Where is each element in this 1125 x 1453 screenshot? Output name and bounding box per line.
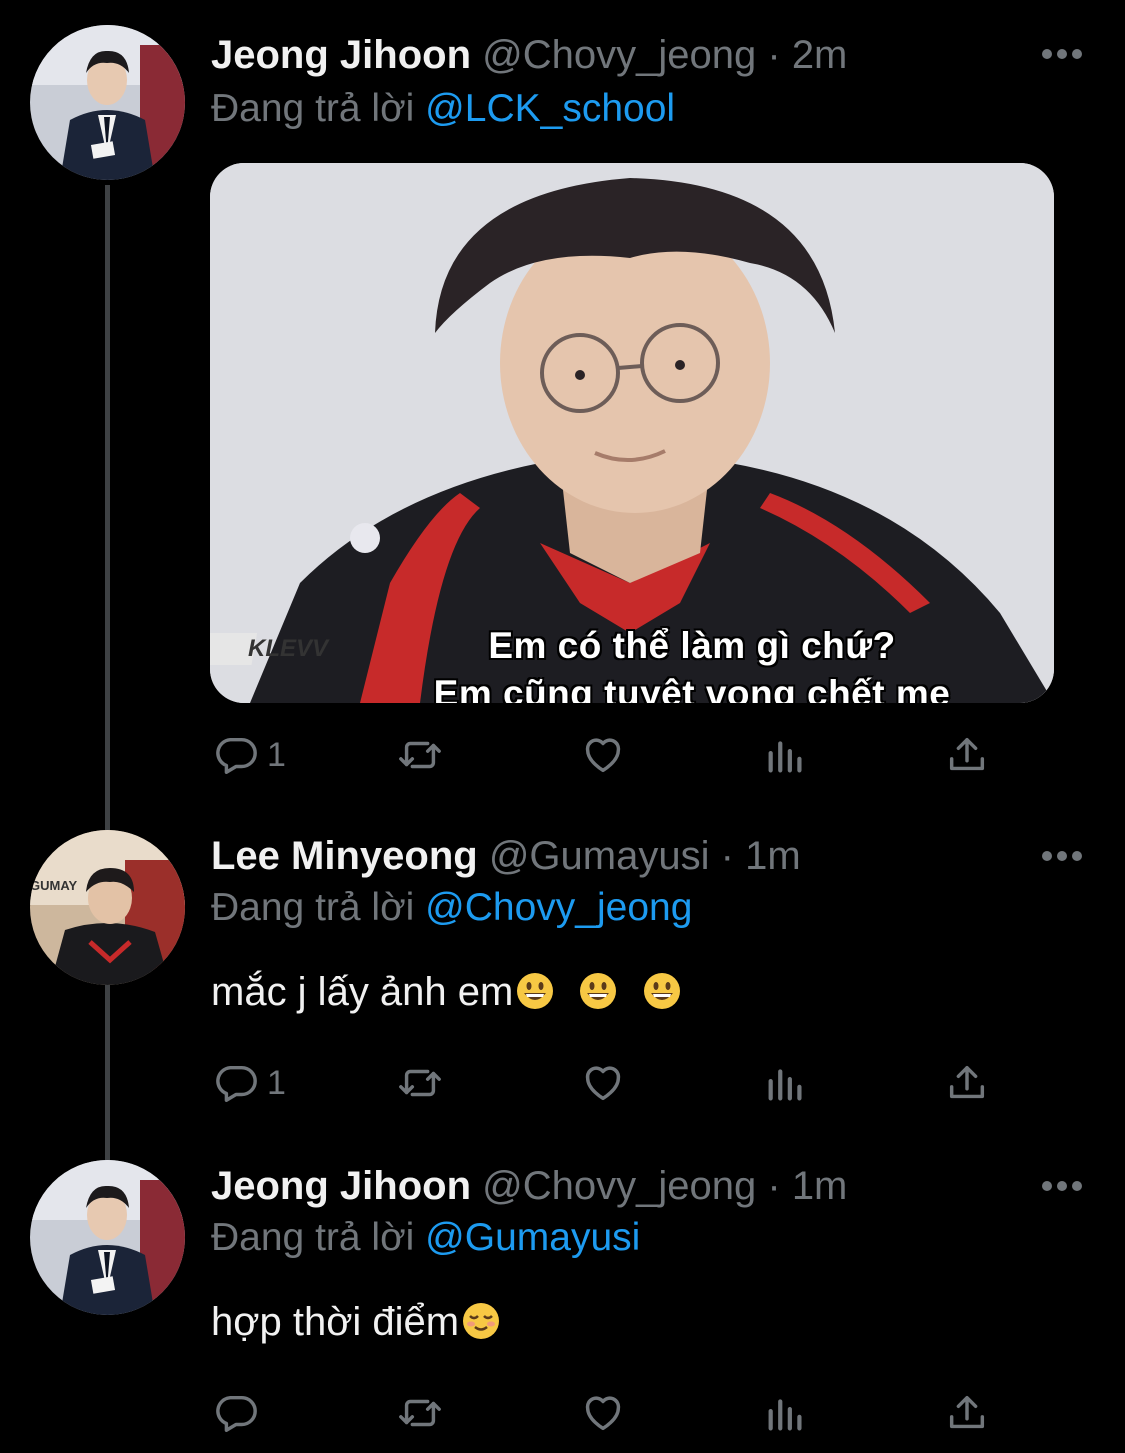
tweet-text-content: hợp thời điểm: [211, 1300, 460, 1344]
analytics-icon: [768, 1069, 802, 1101]
tweet-header: Jeong Jihoon @Chovy_jeong · 1m: [211, 1156, 847, 1216]
grinning-face-icon: [580, 973, 617, 1009]
reply-count: 1: [267, 1063, 286, 1102]
tweet[interactable]: Jeong Jihoon @Chovy_jeong · 2m Đang trả …: [0, 25, 1125, 805]
separator: ·: [767, 1164, 781, 1208]
analytics-button[interactable]: [763, 725, 809, 785]
reply-mention[interactable]: @LCK_school: [425, 87, 675, 130]
display-name[interactable]: Jeong Jihoon: [211, 1164, 471, 1208]
retweet-icon: [399, 741, 441, 769]
retweet-icon: [399, 1069, 441, 1097]
timestamp[interactable]: 1m: [792, 1164, 848, 1208]
like-button[interactable]: [580, 1383, 626, 1443]
media-caption-line2: Em cũng tuyệt vọng chết mẹ: [433, 673, 951, 703]
user-handle[interactable]: @Chovy_jeong: [482, 1164, 756, 1208]
analytics-icon: [768, 741, 802, 773]
avatar[interactable]: GUMAY: [30, 830, 185, 985]
reply-icon: [216, 1065, 257, 1102]
reply-mention[interactable]: @Gumayusi: [425, 1216, 640, 1259]
more-icon[interactable]: [1040, 1179, 1084, 1193]
replying-to: Đang trả lời @LCK_school: [211, 81, 675, 137]
share-button[interactable]: [944, 1053, 990, 1113]
reply-prefix: Đang trả lời: [211, 87, 415, 130]
reply-prefix: Đang trả lời: [211, 1216, 415, 1259]
reply-button[interactable]: [213, 1383, 267, 1443]
analytics-button[interactable]: [763, 1053, 809, 1113]
tweet[interactable]: Jeong Jihoon @Chovy_jeong · 1m Đang trả …: [0, 1158, 1125, 1448]
share-button[interactable]: [944, 1383, 990, 1443]
media-caption-line1: Em có thể làm gì chứ?: [488, 625, 896, 666]
share-icon: [949, 1065, 985, 1099]
retweet-button[interactable]: [397, 1053, 443, 1113]
replying-to: Đang trả lời @Chovy_jeong: [211, 880, 692, 936]
tweet-actions: [0, 1383, 1125, 1443]
reply-button[interactable]: 1: [213, 1053, 286, 1113]
grinning-face-icon: [517, 973, 554, 1009]
reply-button[interactable]: 1: [213, 725, 286, 785]
avatar-label: GUMAY: [30, 878, 78, 893]
reply-count: 1: [267, 735, 286, 774]
display-name[interactable]: Lee Minyeong: [211, 834, 478, 878]
share-icon: [949, 737, 985, 771]
tweet-actions: 1: [0, 1053, 1125, 1113]
tweet-image[interactable]: KLEVV Em có thể làm gì chứ? Em cũng tuyệ…: [210, 163, 1054, 703]
relieved-face-icon: [463, 1303, 500, 1339]
reply-prefix: Đang trả lời: [211, 886, 415, 929]
reply-mention[interactable]: @Chovy_jeong: [425, 886, 692, 929]
more-icon[interactable]: [1040, 849, 1084, 863]
tweet-text: hợp thời điểm: [211, 1294, 501, 1350]
like-button[interactable]: [580, 725, 626, 785]
tweet-header: Lee Minyeong @Gumayusi · 1m: [211, 826, 801, 886]
reply-icon: [216, 737, 257, 774]
share-icon: [949, 1395, 985, 1429]
more-icon[interactable]: [1040, 47, 1084, 61]
retweet-icon: [399, 1399, 441, 1427]
user-handle[interactable]: @Chovy_jeong: [482, 33, 756, 77]
tweet[interactable]: GUMAY Lee Minyeong @Gumayusi · 1m Đang t…: [0, 828, 1125, 1128]
like-icon: [585, 1066, 621, 1101]
display-name[interactable]: Jeong Jihoon: [211, 33, 471, 77]
like-icon: [585, 1396, 621, 1431]
analytics-icon: [768, 1399, 802, 1431]
tweet-text: mắc j lấy ảnh em: [211, 964, 682, 1020]
replying-to: Đang trả lời @Gumayusi: [211, 1210, 640, 1266]
like-icon: [585, 738, 621, 773]
timestamp[interactable]: 2m: [792, 33, 848, 77]
tweet-actions: 1: [0, 725, 1125, 785]
avatar[interactable]: [30, 1160, 185, 1315]
tweet-text-content: mắc j lấy ảnh em: [211, 970, 514, 1014]
separator: ·: [720, 834, 734, 878]
timestamp[interactable]: 1m: [745, 834, 801, 878]
separator: ·: [767, 33, 781, 77]
like-button[interactable]: [580, 1053, 626, 1113]
tweet-header: Jeong Jihoon @Chovy_jeong · 2m: [211, 25, 847, 85]
share-button[interactable]: [944, 725, 990, 785]
retweet-button[interactable]: [397, 1383, 443, 1443]
user-handle[interactable]: @Gumayusi: [489, 834, 710, 878]
retweet-button[interactable]: [397, 725, 443, 785]
reply-icon: [216, 1395, 257, 1432]
analytics-button[interactable]: [763, 1383, 809, 1443]
grinning-face-icon: [643, 973, 680, 1009]
avatar[interactable]: [30, 25, 185, 180]
